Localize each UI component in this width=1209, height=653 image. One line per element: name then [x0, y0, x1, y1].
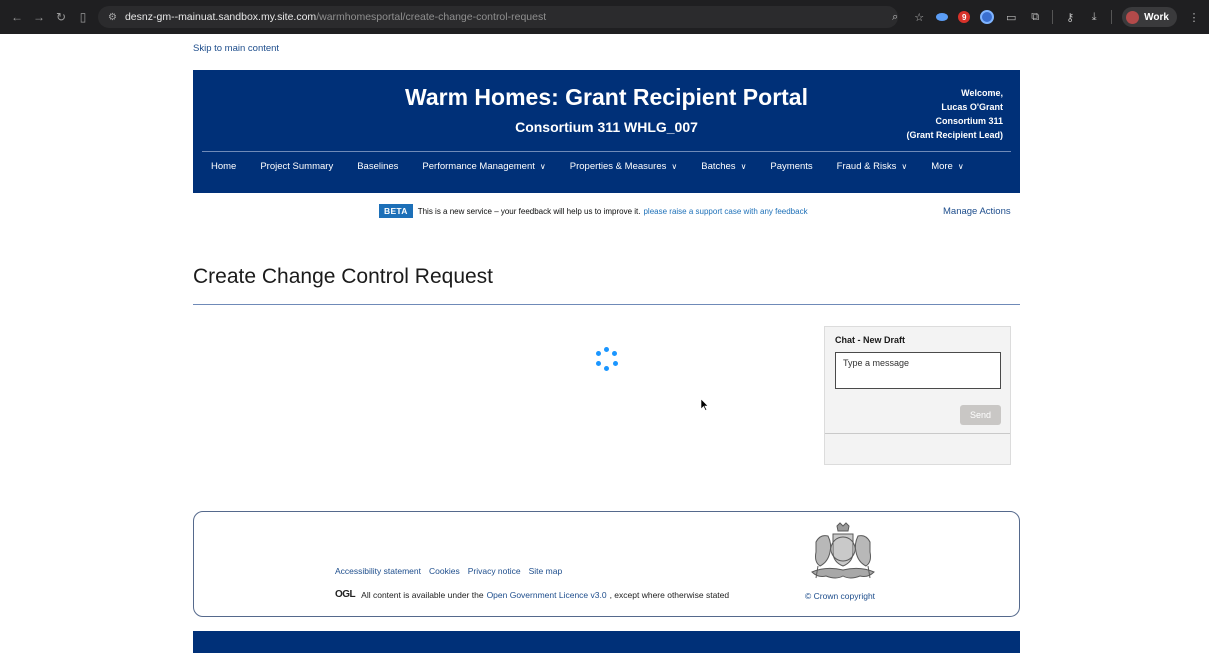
reload-icon[interactable]: ↻	[52, 10, 70, 24]
send-button[interactable]: Send	[960, 405, 1001, 425]
welcome-line: Welcome,	[961, 88, 1003, 98]
chat-divider	[825, 433, 1010, 434]
download-icon[interactable]: ⤓	[1087, 10, 1101, 24]
beta-text: This is a new service – your feedback wi…	[417, 206, 641, 216]
crown-copyright-link[interactable]: © Crown copyright	[805, 591, 875, 601]
chevron-down-icon: ∨	[539, 162, 546, 171]
star-icon[interactable]: ☆	[912, 10, 926, 24]
zoom-icon[interactable]: ⌕	[888, 10, 902, 24]
address-bar[interactable]: ⚙ desnz-gm--mainuat.sandbox.my.site.com /…	[98, 6, 898, 28]
nav-fraud-risks[interactable]: Fraud & Risks ∨	[837, 161, 908, 172]
footer-link-accessibility[interactable]: Accessibility statement	[335, 566, 421, 576]
skip-link[interactable]: Skip to main content	[193, 43, 279, 54]
title-divider	[193, 304, 1020, 305]
extension-icon[interactable]	[980, 10, 995, 24]
beta-tag: BETA	[379, 204, 413, 218]
chat-panel: Chat - New Draft Send	[824, 326, 1011, 465]
avatar	[1126, 10, 1140, 24]
feedback-link[interactable]: please raise a support case with any fee…	[643, 207, 807, 216]
licence-link[interactable]: Open Government Licence v3.0	[487, 590, 607, 600]
chevron-down-icon: ∨	[671, 162, 678, 171]
message-input[interactable]	[835, 352, 1001, 389]
nav-more[interactable]: More ∨	[931, 161, 964, 172]
footer-link-privacy[interactable]: Privacy notice	[468, 566, 521, 576]
footer-bar	[193, 631, 1020, 653]
manage-actions-link[interactable]: Manage Actions	[943, 206, 1011, 217]
user-name: Lucas O'Grant	[941, 102, 1003, 112]
page-title: Create Change Control Request	[193, 265, 494, 288]
main-nav: Home Project Summary Baselines Performan…	[211, 161, 988, 172]
nav-payments[interactable]: Payments	[770, 161, 812, 172]
footer-link-cookies[interactable]: Cookies	[429, 566, 460, 576]
nav-properties-measures[interactable]: Properties & Measures ∨	[570, 161, 677, 172]
mouse-cursor-icon	[701, 399, 709, 411]
header-divider	[202, 151, 1011, 152]
nav-baselines[interactable]: Baselines	[357, 161, 398, 172]
kebab-menu-icon[interactable]: ⋮	[1187, 10, 1201, 24]
url-host: desnz-gm--mainuat.sandbox.my.site.com	[124, 11, 317, 23]
browser-toolbar: ← → ↻ ▯ ⚙ desnz-gm--mainuat.sandbox.my.s…	[0, 0, 1209, 34]
royal-coat-of-arms-icon	[811, 522, 875, 579]
sidebar-icon[interactable]: ▯	[74, 10, 92, 24]
loading-spinner-icon	[594, 347, 618, 371]
licence-line: OGL All content is available under the O…	[335, 589, 729, 600]
beta-banner: BETA This is a new service – your feedba…	[379, 204, 808, 218]
footer-links: Accessibility statement Cookies Privacy …	[335, 566, 562, 576]
back-icon[interactable]: ←	[8, 10, 26, 24]
url-path: /warmhomesportal/create-change-control-r…	[316, 11, 547, 23]
divider	[1111, 10, 1113, 24]
extension-icon[interactable]	[936, 13, 949, 21]
footer-link-sitemap[interactable]: Site map	[529, 566, 563, 576]
nav-project-summary[interactable]: Project Summary	[260, 161, 333, 172]
profile-label: Work	[1144, 11, 1169, 23]
site-info-icon[interactable]: ⚙	[108, 12, 117, 23]
user-role: (Grant Recipient Lead)	[906, 130, 1003, 140]
nav-batches[interactable]: Batches ∨	[701, 161, 746, 172]
chevron-down-icon: ∨	[957, 162, 964, 171]
licence-suffix: , except where otherwise stated	[609, 589, 730, 600]
chat-title: Chat - New Draft	[835, 335, 906, 345]
nav-home[interactable]: Home	[211, 161, 236, 172]
portal-title: Warm Homes: Grant Recipient Portal	[404, 84, 808, 110]
forward-icon[interactable]: →	[30, 10, 48, 24]
consortium-subtitle: Consortium 311 WHLG_007	[515, 119, 698, 135]
profile-button[interactable]: Work	[1122, 7, 1177, 27]
welcome-block: Welcome, Lucas O'Grant Consortium 311 (G…	[906, 86, 1003, 142]
chevron-down-icon: ∨	[901, 162, 908, 171]
chevron-down-icon: ∨	[740, 162, 747, 171]
tab-icon[interactable]: ▭	[1004, 10, 1018, 24]
licence-prefix: All content is available under the	[361, 589, 484, 600]
ogl-logo: OGL	[335, 589, 356, 600]
divider	[1052, 10, 1054, 24]
site-footer: Accessibility statement Cookies Privacy …	[193, 511, 1020, 617]
nav-performance-management[interactable]: Performance Management ∨	[422, 161, 545, 172]
extensions-puzzle-icon[interactable]: ⧉	[1028, 10, 1042, 24]
password-icon[interactable]: ⚷	[1063, 10, 1077, 24]
site-header: Warm Homes: Grant Recipient Portal Conso…	[193, 70, 1020, 193]
user-org: Consortium 311	[935, 116, 1003, 126]
extension-badge[interactable]: 9	[958, 11, 971, 23]
